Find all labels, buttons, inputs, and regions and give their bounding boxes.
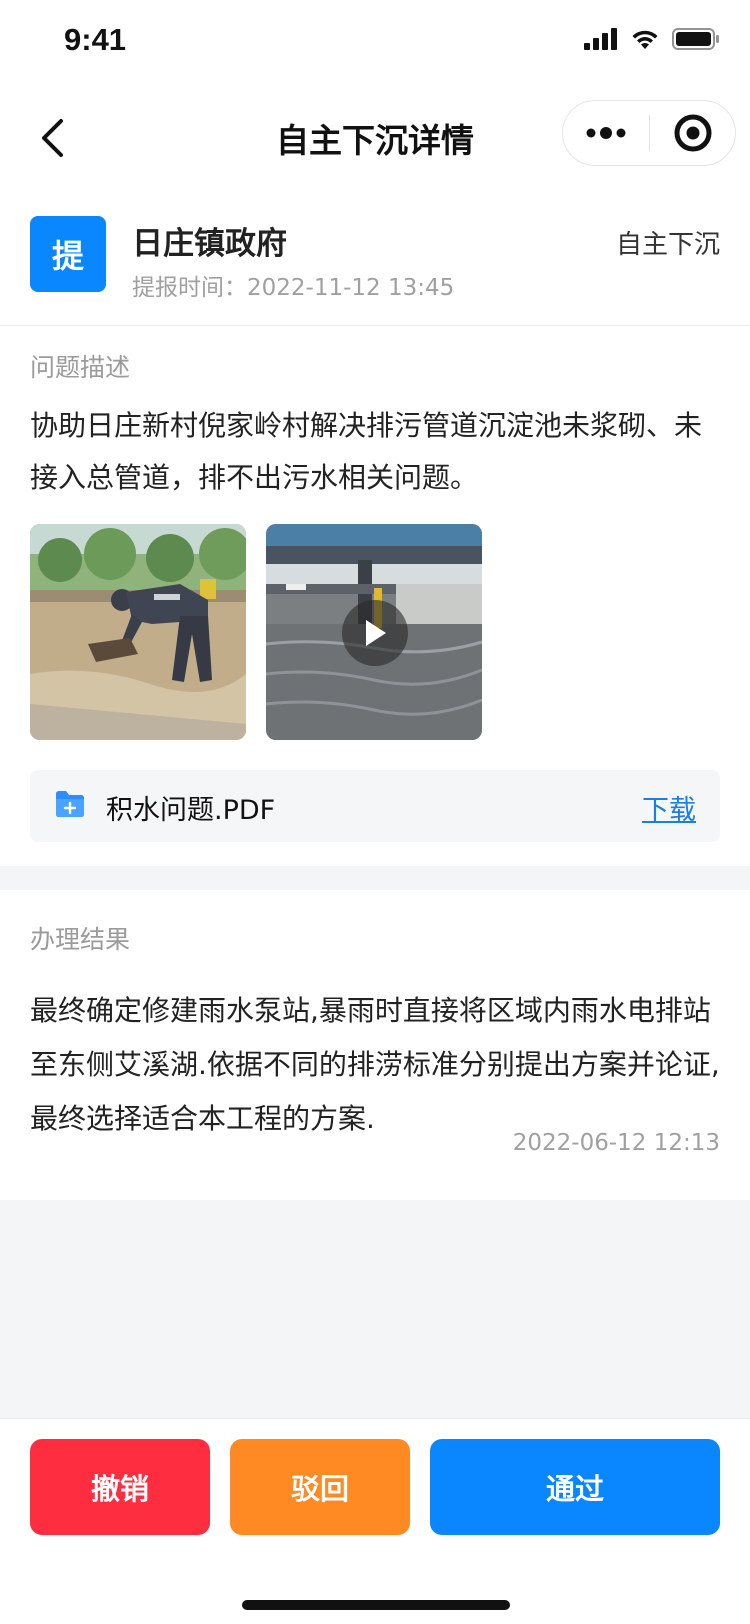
description-section: 问题描述 协助日庄新村倪家岭村解决排污管道沉淀池未浆砌、未接入总管道，排不出污水…	[0, 326, 750, 866]
result-time: 2022-06-12 12:13	[512, 1130, 720, 1156]
result-section: 办理结果 最终确定修建雨水泵站,暴雨时直接将区域内雨水电排站至东侧艾溪湖.依据不…	[0, 890, 750, 1200]
media-video-thumbnail[interactable]	[266, 524, 482, 740]
signal-icon	[584, 28, 617, 50]
attachment-row: 积水问题.PDF 下载	[30, 770, 720, 842]
section-label-description: 问题描述	[30, 353, 131, 382]
result-text: 最终确定修建雨水泵站,暴雨时直接将区域内雨水电排站至东侧艾溪湖.依据不同的排涝标…	[30, 994, 720, 1135]
folder-add-icon	[56, 791, 84, 817]
home-indicator[interactable]	[242, 1600, 510, 1610]
play-icon	[366, 620, 386, 646]
section-label-result: 办理结果	[30, 925, 131, 954]
org-name: 日庄镇政府	[132, 226, 287, 262]
description-text: 协助日庄新村倪家岭村解决排污管道沉淀池未浆砌、未接入总管道，排不出污水相关问题。	[30, 409, 703, 494]
status-icons	[584, 28, 720, 50]
video-play-button[interactable]	[342, 600, 408, 666]
media-image-thumbnail[interactable]	[30, 524, 246, 740]
status-time: 9:41	[64, 22, 127, 57]
attachment-name: 积水问题.PDF	[106, 795, 276, 826]
reject-button[interactable]: 驳回	[230, 1439, 410, 1535]
wifi-icon	[632, 30, 658, 49]
target-circle-icon	[674, 114, 711, 152]
more-button[interactable]	[563, 101, 649, 165]
download-link[interactable]: 下载	[642, 788, 696, 827]
action-bar: 撤销 驳回 通过	[0, 1418, 750, 1624]
type-tag: 自主下沉	[615, 230, 720, 260]
status-bar: 9:41	[0, 0, 750, 88]
reporter-card: 提 日庄镇政府 提报时间：2022-11-12 13:45 自主下沉	[0, 188, 750, 326]
close-miniprogram-button[interactable]	[650, 101, 735, 165]
mini-program-capsule	[562, 100, 736, 166]
more-dots-icon	[586, 127, 626, 139]
battery-icon	[672, 28, 719, 50]
approve-button[interactable]: 通过	[430, 1439, 720, 1535]
report-time: 提报时间：2022-11-12 13:45	[132, 275, 455, 301]
avatar: 提	[30, 216, 106, 292]
photo-worker-flood	[30, 524, 246, 740]
nav-bar: 自主下沉详情	[0, 88, 750, 188]
cancel-button[interactable]: 撤销	[30, 1439, 210, 1535]
